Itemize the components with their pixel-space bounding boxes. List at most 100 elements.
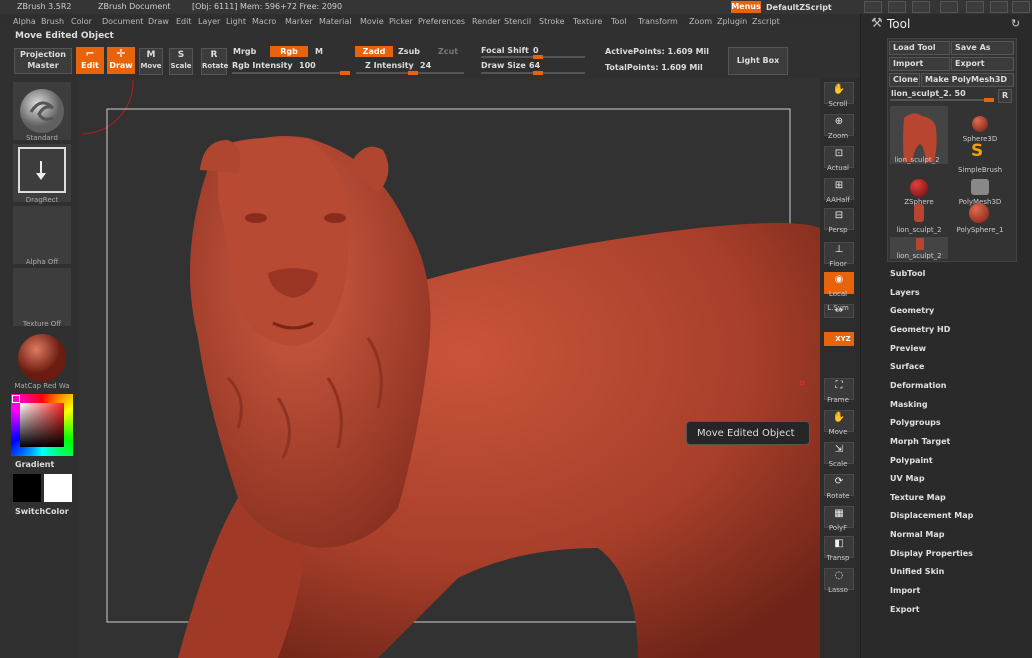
menu-brush[interactable]: Brush: [41, 17, 64, 26]
tool-section-geometry-hd[interactable]: Geometry HD: [890, 325, 950, 334]
tool-section-displacement-map[interactable]: Displacement Map: [890, 511, 973, 520]
tool-slider-knob[interactable]: [984, 98, 994, 102]
menu-transform[interactable]: Transform: [638, 17, 678, 26]
script-name[interactable]: DefaultZScript: [766, 3, 832, 12]
help-icon[interactable]: [864, 1, 882, 13]
lion-sculpt-icon[interactable]: [914, 204, 924, 222]
menu-zscript[interactable]: Zscript: [752, 17, 780, 26]
rgb-button[interactable]: Rgb: [270, 46, 308, 57]
menu-stroke[interactable]: Stroke: [539, 17, 565, 26]
tool-section-display-properties[interactable]: Display Properties: [890, 549, 973, 558]
focal-shift-knob[interactable]: [533, 55, 543, 59]
tool-section-layers[interactable]: Layers: [890, 288, 920, 297]
tool-section-texture-map[interactable]: Texture Map: [890, 493, 946, 502]
tool-section-uv-map[interactable]: UV Map: [890, 474, 925, 483]
polysphere-icon[interactable]: [969, 203, 989, 223]
m-button[interactable]: M: [315, 47, 323, 56]
rgb-intensity-knob[interactable]: [340, 71, 350, 75]
draw-size-slider[interactable]: [481, 71, 585, 75]
tool-section-polygroups[interactable]: Polygroups: [890, 418, 941, 427]
tool-section-subtool[interactable]: SubTool: [890, 269, 925, 278]
menu-picker[interactable]: Picker: [389, 17, 413, 26]
reset-icon[interactable]: ↻: [1011, 17, 1020, 30]
document-canvas[interactable]: [78, 78, 820, 658]
texture-thumbnail[interactable]: [13, 268, 71, 326]
menu-zplugin[interactable]: Zplugin: [717, 17, 747, 26]
edit-button[interactable]: ⌐ Edit: [76, 47, 104, 74]
projection-master-button[interactable]: Projection Master: [14, 48, 72, 74]
rotate-button[interactable]: R Rotate: [201, 48, 228, 75]
menu-movie[interactable]: Movie: [360, 17, 384, 26]
menu-alpha[interactable]: Alpha: [13, 17, 36, 26]
palette-icon[interactable]: [912, 1, 930, 13]
tool-section-preview[interactable]: Preview: [890, 344, 926, 353]
zsub-button[interactable]: Zsub: [398, 47, 420, 56]
zcut-button[interactable]: Zcut: [438, 47, 458, 56]
menu-layer[interactable]: Layer: [198, 17, 220, 26]
draw-size-knob[interactable]: [533, 71, 543, 75]
switchcolor-button[interactable]: SwitchColor: [15, 507, 69, 516]
menu-light[interactable]: Light: [226, 17, 246, 26]
menu-draw[interactable]: Draw: [148, 17, 169, 26]
xyz-button[interactable]: XYZ: [824, 332, 854, 346]
menu-tool[interactable]: Tool: [611, 17, 627, 26]
light-box-button[interactable]: Light Box: [728, 47, 788, 75]
lock-icon[interactable]: [940, 1, 958, 13]
layout-switch-icon[interactable]: [888, 1, 906, 13]
export-button[interactable]: Export: [951, 57, 1014, 71]
zadd-button[interactable]: Zadd: [355, 46, 393, 57]
r-button[interactable]: R: [998, 89, 1012, 103]
scale-button[interactable]: S Scale: [169, 48, 193, 75]
tool-section-morph-target[interactable]: Morph Target: [890, 437, 950, 446]
import-button[interactable]: Import: [889, 57, 950, 71]
menu-color[interactable]: Color: [71, 17, 92, 26]
close-icon[interactable]: [1012, 1, 1030, 13]
gradient-toggle[interactable]: Gradient: [15, 460, 54, 469]
lion-sculpt-model[interactable]: [78, 78, 820, 658]
tool-section-unified-skin[interactable]: Unified Skin: [890, 567, 944, 576]
minimize-icon[interactable]: [966, 1, 984, 13]
tool-section-import[interactable]: Import: [890, 586, 920, 595]
menus-button[interactable]: Menus: [731, 1, 761, 13]
alpha-thumbnail[interactable]: [13, 206, 71, 264]
tool-section-deformation[interactable]: Deformation: [890, 381, 946, 390]
stroke-thumbnail[interactable]: [13, 144, 71, 202]
secondary-color-swatch[interactable]: [44, 474, 72, 502]
rgb-intensity-slider[interactable]: [232, 71, 350, 75]
menu-render[interactable]: Render: [472, 17, 500, 26]
clone-button[interactable]: Clone: [889, 73, 920, 87]
mrgb-button[interactable]: Mrgb: [233, 47, 256, 56]
menu-marker[interactable]: Marker: [285, 17, 313, 26]
color-picker[interactable]: [11, 394, 73, 456]
menu-material[interactable]: Material: [319, 17, 352, 26]
brush-thumbnail[interactable]: [13, 82, 71, 140]
material-thumbnail[interactable]: [13, 330, 71, 388]
tool-section-polypaint[interactable]: Polypaint: [890, 456, 933, 465]
restore-icon[interactable]: [990, 1, 1008, 13]
polymesh3d-icon[interactable]: [971, 179, 989, 195]
zsphere-icon[interactable]: [910, 179, 928, 197]
make-polymesh-button[interactable]: Make PolyMesh3D: [921, 73, 1014, 87]
save-as-button[interactable]: Save As: [951, 41, 1014, 55]
saturation-square[interactable]: [20, 403, 64, 447]
tool-section-export[interactable]: Export: [890, 605, 920, 614]
simplebrush-icon[interactable]: S: [971, 141, 983, 161]
menu-edit[interactable]: Edit: [176, 17, 192, 26]
color-marker[interactable]: [12, 395, 20, 403]
menu-macro[interactable]: Macro: [252, 17, 276, 26]
tool-slider[interactable]: [890, 98, 994, 102]
tool-section-normal-map[interactable]: Normal Map: [890, 530, 944, 539]
main-color-swatch[interactable]: [13, 474, 41, 502]
menu-document[interactable]: Document: [102, 17, 143, 26]
draw-button[interactable]: ✛ Draw: [107, 47, 135, 74]
menu-texture[interactable]: Texture: [573, 17, 602, 26]
tool-section-geometry[interactable]: Geometry: [890, 306, 934, 315]
sphere3d-icon[interactable]: [972, 116, 988, 132]
tool-section-masking[interactable]: Masking: [890, 400, 928, 409]
load-tool-button[interactable]: Load Tool: [889, 41, 950, 55]
move-button[interactable]: M Move: [139, 48, 163, 75]
z-intensity-slider[interactable]: [356, 71, 464, 75]
z-intensity-knob[interactable]: [408, 71, 418, 75]
menu-preferences[interactable]: Preferences: [418, 17, 465, 26]
focal-shift-slider[interactable]: [481, 55, 585, 59]
